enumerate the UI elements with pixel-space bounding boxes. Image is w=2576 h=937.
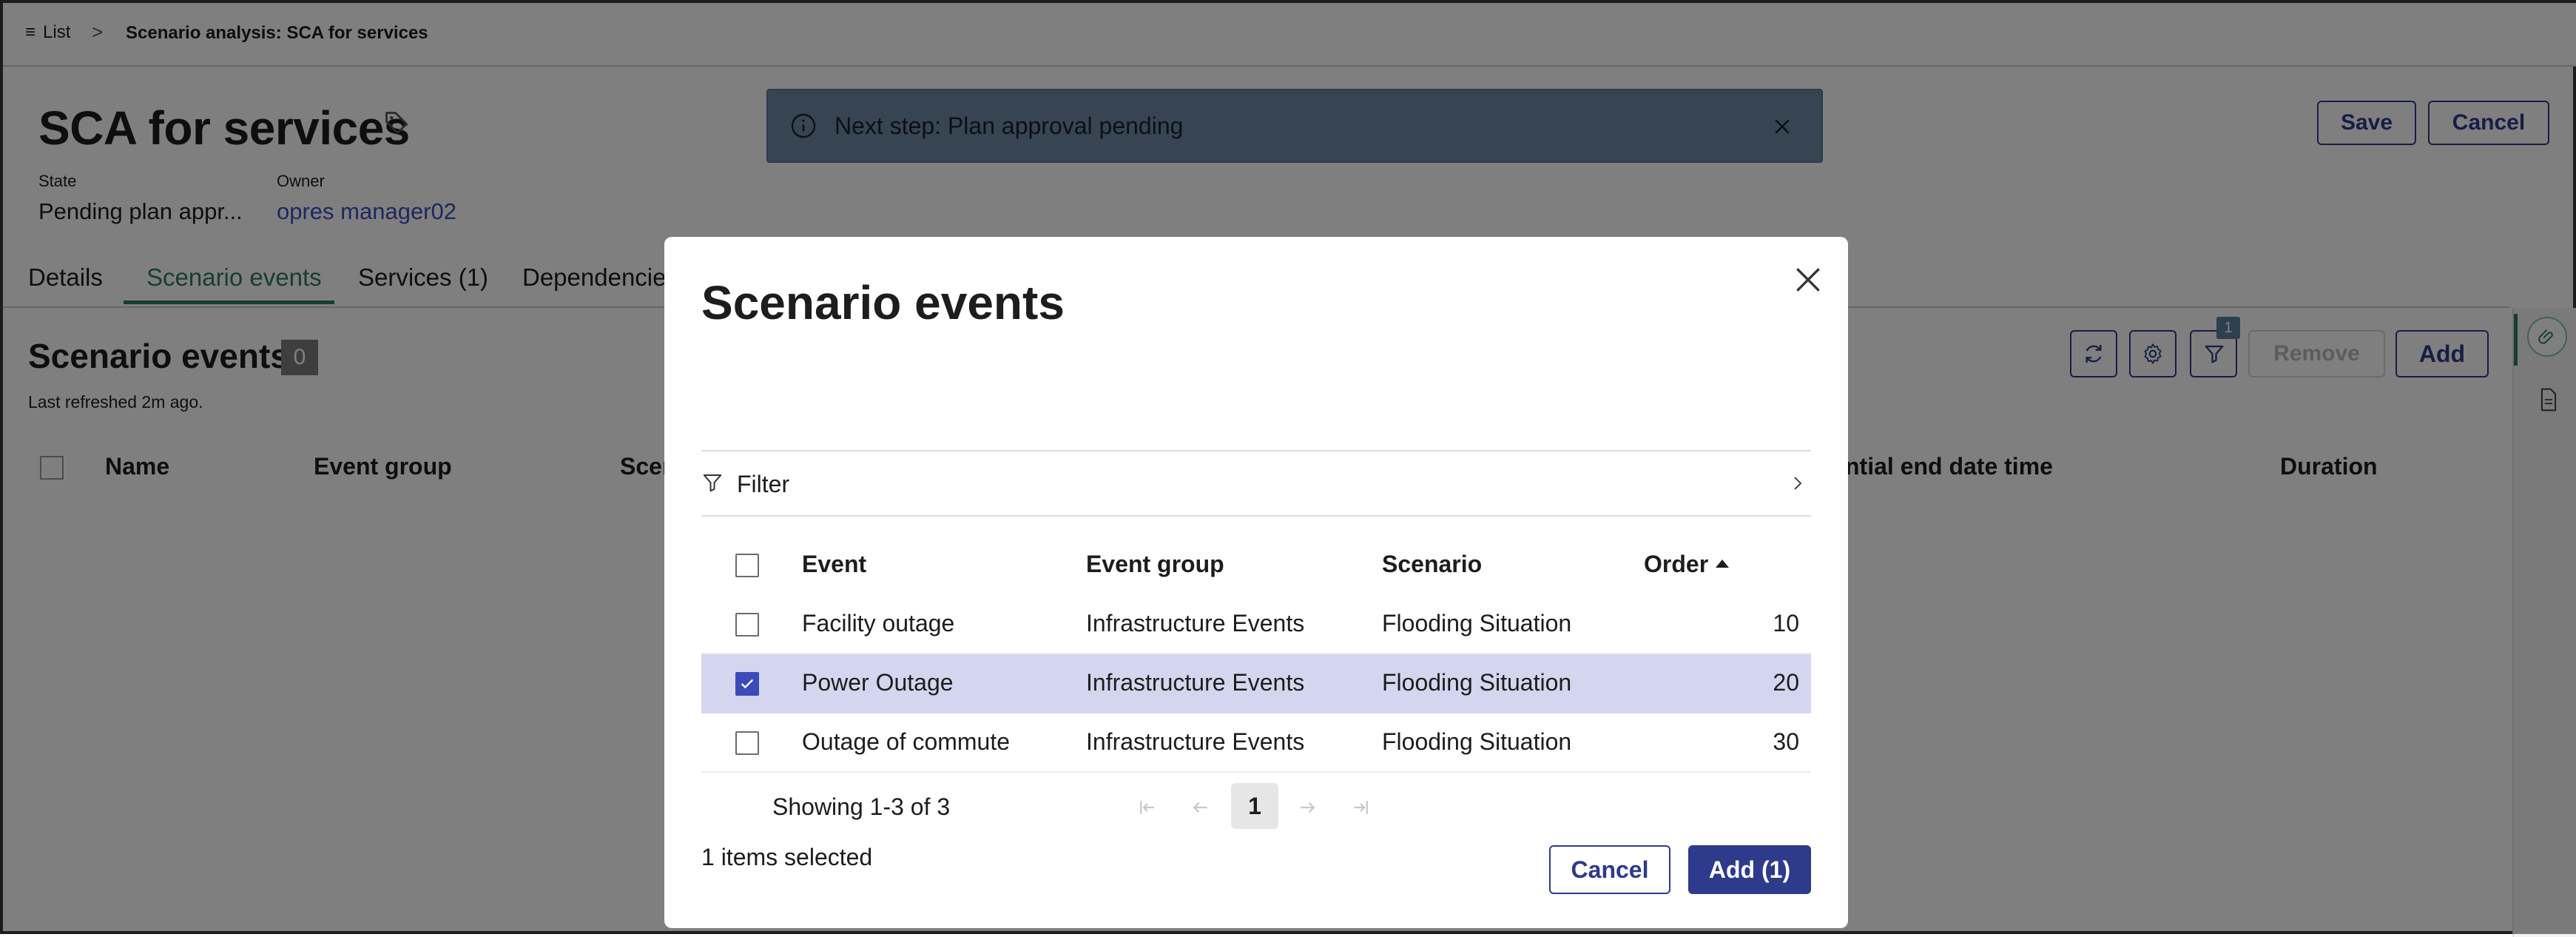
- column-header-order-label: Order: [1644, 551, 1709, 577]
- cell-event: Power Outage: [802, 669, 954, 696]
- previous-page-icon[interactable]: [1188, 796, 1213, 819]
- cell-scenario: Flooding Situation: [1382, 669, 1572, 696]
- cell-scenario: Flooding Situation: [1382, 728, 1572, 755]
- cell-event-group: Infrastructure Events: [1086, 728, 1305, 755]
- column-header-scenario[interactable]: Scenario: [1382, 551, 1482, 578]
- cell-event: Outage of commute: [802, 728, 1011, 755]
- cell-event-group: Infrastructure Events: [1086, 669, 1305, 696]
- checkmark-icon: [741, 679, 754, 689]
- filter-bar[interactable]: Filter: [701, 450, 1811, 517]
- last-page-icon[interactable]: [1348, 796, 1373, 819]
- column-header-order[interactable]: Order: [1644, 551, 1730, 578]
- add-scenario-events-dialog: Scenario events Filter Event Event group…: [664, 237, 1848, 928]
- row-checkbox[interactable]: [735, 613, 759, 637]
- table-row-selected[interactable]: Power Outage Infrastructure Events Flood…: [701, 654, 1811, 713]
- select-all-checkbox[interactable]: [735, 554, 759, 577]
- column-header-event[interactable]: Event: [802, 551, 866, 578]
- dialog-add-button[interactable]: Add (1): [1688, 845, 1811, 894]
- cell-order: 20: [1773, 669, 1799, 696]
- sort-ascending-icon: [1716, 560, 1730, 568]
- pagination-summary: Showing 1-3 of 3: [772, 793, 951, 820]
- cell-order: 30: [1773, 728, 1799, 755]
- cell-event-group: Infrastructure Events: [1086, 610, 1305, 637]
- close-icon[interactable]: [1792, 263, 1824, 296]
- selected-count: 1 items selected: [701, 844, 873, 870]
- cell-event: Facility outage: [802, 610, 955, 637]
- first-page-icon[interactable]: [1135, 796, 1160, 819]
- row-checkbox-checked[interactable]: [735, 672, 759, 696]
- table-row[interactable]: Outage of commute Infrastructure Events …: [701, 713, 1811, 773]
- chevron-right-icon: [1794, 477, 1802, 490]
- dialog-title: Scenario events: [701, 276, 1065, 329]
- table-row[interactable]: Facility outage Infrastructure Events Fl…: [701, 595, 1811, 654]
- dialog-cancel-button[interactable]: Cancel: [1549, 845, 1670, 894]
- page-number-button[interactable]: 1: [1231, 783, 1278, 829]
- cell-order: 10: [1773, 610, 1799, 637]
- cell-scenario: Flooding Situation: [1382, 610, 1572, 637]
- row-checkbox[interactable]: [735, 731, 759, 755]
- column-header-event-group[interactable]: Event group: [1086, 551, 1224, 578]
- filter-label: Filter: [737, 471, 790, 497]
- next-page-icon[interactable]: [1295, 796, 1320, 819]
- filter-icon: [703, 474, 722, 492]
